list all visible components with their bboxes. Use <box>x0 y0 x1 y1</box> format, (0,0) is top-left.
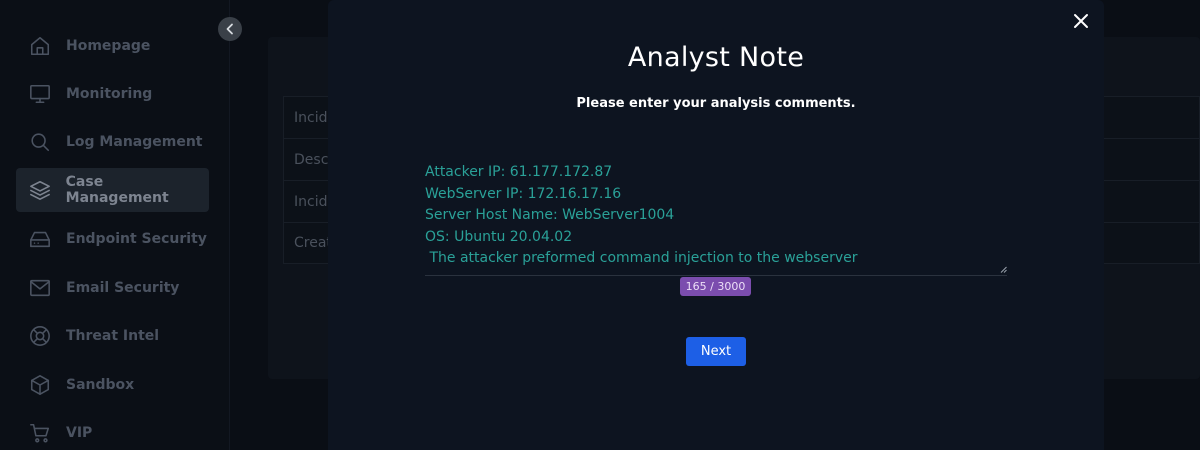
sidebar-item-label: Email Security <box>66 280 180 296</box>
sidebar-item-threat-intel[interactable]: Threat Intel <box>16 314 209 358</box>
cart-icon <box>28 421 52 445</box>
character-count-badge: 165 / 3000 <box>680 277 751 296</box>
sidebar-item-label: Endpoint Security <box>66 231 207 247</box>
note-line: WebServer IP: 172.16.17.16 <box>425 185 622 202</box>
sidebar: Homepage Monitoring Log Management Case … <box>0 0 230 450</box>
collapse-sidebar-button[interactable] <box>218 17 242 41</box>
sidebar-item-case-management[interactable]: Case Management <box>16 168 209 212</box>
next-button[interactable]: Next <box>686 337 746 366</box>
modal-title: Analyst Note <box>627 42 805 73</box>
mail-icon <box>28 276 52 300</box>
note-line: The attacker preformed command injection… <box>425 250 858 266</box>
box-icon <box>28 373 52 397</box>
sidebar-item-log-management[interactable]: Log Management <box>16 120 209 164</box>
lifebuoy-icon <box>28 324 52 348</box>
close-icon <box>1074 14 1088 28</box>
home-icon <box>28 34 52 58</box>
sidebar-item-endpoint-security[interactable]: Endpoint Security <box>16 217 209 261</box>
row-label: Creat <box>294 235 332 251</box>
hard-drive-icon <box>28 227 52 251</box>
close-button[interactable] <box>1070 10 1092 32</box>
chevron-left-icon <box>226 23 233 35</box>
sidebar-item-label: Threat Intel <box>66 328 160 344</box>
sidebar-item-label: VIP <box>66 425 93 441</box>
layers-icon <box>28 178 52 202</box>
note-line: Attacker IP: 61.177.172.87 <box>425 164 613 180</box>
note-line: Server Host Name: WebServer1004 <box>425 207 675 223</box>
sidebar-item-homepage[interactable]: Homepage <box>16 24 209 68</box>
sidebar-item-sandbox[interactable]: Sandbox <box>16 363 209 407</box>
sidebar-item-email-security[interactable]: Email Security <box>16 266 209 310</box>
monitor-icon <box>28 82 52 106</box>
sidebar-item-monitoring[interactable]: Monitoring <box>16 72 209 116</box>
sidebar-item-label: Sandbox <box>66 377 135 393</box>
sidebar-item-label: Case Management <box>65 174 169 206</box>
analysis-comment-textarea[interactable]: Attacker IP: 61.177.172.87 WebServer IP:… <box>425 162 1007 276</box>
resize-handle-icon[interactable] <box>1000 266 1007 273</box>
sidebar-item-label: Log Management <box>66 134 203 150</box>
search-icon <box>28 130 52 154</box>
modal-subtitle: Please enter your analysis comments. <box>576 96 856 111</box>
sidebar-item-vip[interactable]: VIP <box>16 411 209 450</box>
sidebar-item-label: Monitoring <box>66 86 153 102</box>
note-line: OS: Ubuntu 20.04.02 <box>425 228 573 245</box>
analyst-note-modal: Analyst Note Please enter your analysis … <box>328 0 1104 450</box>
sidebar-item-label: Homepage <box>66 38 151 54</box>
